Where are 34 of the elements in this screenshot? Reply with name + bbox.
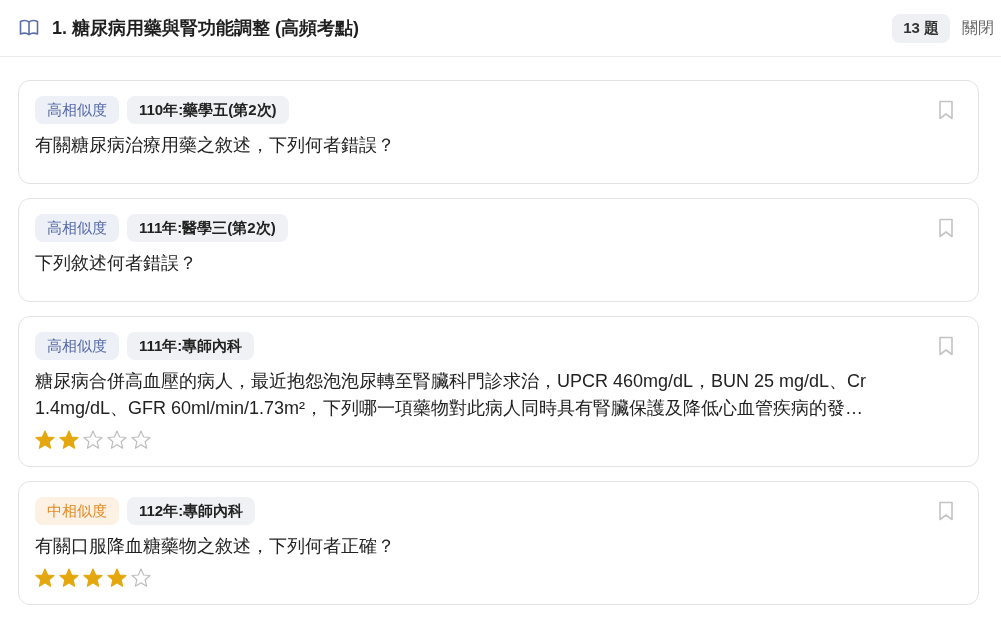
source-tag: 111年:醫學三(第2次): [127, 214, 288, 242]
source-tag: 110年:藥學五(第2次): [127, 96, 289, 124]
question-count: 13 題: [892, 13, 950, 43]
similarity-tag: 高相似度: [35, 96, 119, 124]
book-icon: [19, 19, 39, 37]
star-icon: [59, 430, 79, 450]
bookmark-icon[interactable]: [938, 501, 954, 521]
bookmark-icon[interactable]: [938, 336, 954, 356]
similarity-tag: 中相似度: [35, 497, 119, 525]
section-title: 1. 糖尿病用藥與腎功能調整 (高頻考點): [52, 17, 360, 40]
bookmark-icon[interactable]: [938, 218, 954, 238]
question-card[interactable]: 高相似度 111年:專師內科 糖尿病合併高血壓的病人，最近抱怨泡泡尿轉至腎臟科門診求治，UPCR 460mg/dL，BUN 25 mg/dL、Cr 1.4mg/dL、GFR 60ml/min/1.73m²，下列哪一項藥物對此病人同時具有腎臟保護及降低心血管疾病的發…: [18, 316, 979, 467]
star-icon: [131, 430, 151, 450]
question-card[interactable]: 中相似度 112年:專師內科 有關口服降血糖藥物之敘述，下列何者正確？: [18, 481, 979, 605]
question-text: 有關口服降血糖藥物之敘述，下列何者正確？: [35, 535, 396, 558]
similarity-tag: 高相似度: [35, 214, 119, 242]
close-button[interactable]: 關閉: [962, 17, 994, 39]
star-icon: [83, 568, 103, 588]
question-card[interactable]: 高相似度 111年:醫學三(第2次) 下列敘述何者錯誤？: [18, 198, 979, 302]
star-icon: [35, 430, 55, 450]
star-icon: [59, 568, 79, 588]
question-card[interactable]: 高相似度 110年:藥學五(第2次) 有關糖尿病治療用藥之敘述，下列何者錯誤？: [18, 80, 979, 184]
star-icon: [83, 430, 103, 450]
star-icon: [107, 568, 127, 588]
source-tag: 112年:專師內科: [127, 497, 256, 525]
question-text: 糖尿病合併高血壓的病人，最近抱怨泡泡尿轉至腎臟科門診求治，UPCR 460mg/dL，BUN 25 mg/dL、Cr 1.4mg/dL、GFR 60ml/min/1.73m²，下列哪一項藥物對此病人同時具有腎臟保護及降低心血管疾病的發…: [35, 370, 868, 420]
star-icon: [107, 430, 127, 450]
star-icon: [35, 568, 55, 588]
question-text: 下列敘述何者錯誤？: [35, 252, 198, 275]
similarity-tag: 高相似度: [35, 332, 119, 360]
source-tag: 111年:專師內科: [127, 332, 255, 360]
star-icon: [131, 568, 151, 588]
question-text: 有關糖尿病治療用藥之敘述，下列何者錯誤？: [35, 134, 396, 157]
bookmark-icon[interactable]: [938, 100, 954, 120]
